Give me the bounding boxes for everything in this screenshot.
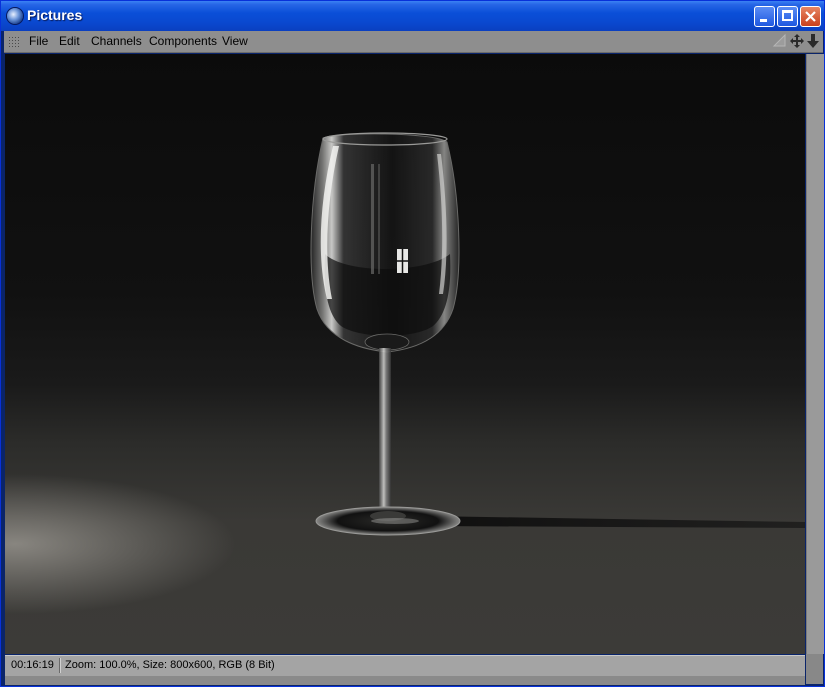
maximize-button[interactable] bbox=[777, 6, 798, 27]
menu-channels[interactable]: Channels bbox=[91, 34, 142, 48]
download-arrow-icon[interactable] bbox=[806, 33, 820, 49]
status-divider bbox=[59, 658, 60, 673]
close-icon bbox=[805, 11, 816, 22]
app-icon[interactable] bbox=[7, 8, 23, 24]
move-icon[interactable] bbox=[789, 33, 805, 49]
menu-file[interactable]: File bbox=[29, 34, 48, 48]
menu-components[interactable]: Components bbox=[149, 34, 217, 48]
menu-view[interactable]: View bbox=[222, 34, 248, 48]
bottom-frame bbox=[5, 676, 805, 685]
navigate-arrow-icon[interactable] bbox=[772, 33, 788, 49]
title-bar[interactable]: Pictures bbox=[1, 1, 824, 31]
vertical-scrollbar[interactable] bbox=[806, 54, 824, 654]
maximize-icon bbox=[782, 10, 793, 21]
minimize-icon bbox=[760, 19, 767, 22]
status-bar: 00:16:19 Zoom: 100.0%, Size: 800x600, RG… bbox=[5, 655, 805, 676]
window-title: Pictures bbox=[27, 7, 83, 23]
render-time: 00:16:19 bbox=[11, 659, 54, 671]
pictures-window: Pictures File Edit Channels Components V… bbox=[0, 0, 825, 687]
menu-grip-icon[interactable] bbox=[8, 36, 20, 47]
close-button[interactable] bbox=[800, 6, 821, 27]
image-info: Zoom: 100.0%, Size: 800x600, RGB (8 Bit) bbox=[65, 659, 275, 671]
picture-viewport[interactable] bbox=[5, 54, 805, 654]
scrollbar-corner bbox=[806, 654, 823, 684]
menu-edit[interactable]: Edit bbox=[59, 34, 80, 48]
minimize-button[interactable] bbox=[754, 6, 775, 27]
wine-glass-render bbox=[310, 132, 805, 536]
menu-bar: File Edit Channels Components View bbox=[4, 31, 823, 53]
